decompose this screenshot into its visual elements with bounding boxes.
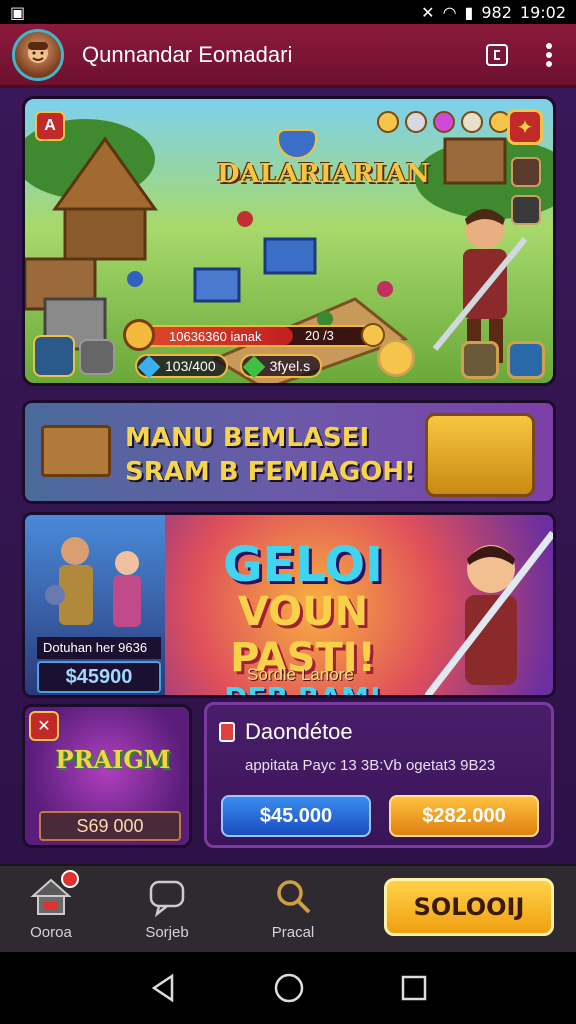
recents-icon[interactable] — [400, 974, 428, 1002]
resource-icons — [377, 111, 511, 133]
chat-icon — [145, 874, 189, 918]
game-hero-banner[interactable]: A DALARIARIAN ✦ 10636360 ianak 20 /3 103… — [22, 96, 556, 386]
favorite-button[interactable]: ✦ — [507, 109, 543, 145]
more-menu-button[interactable] — [534, 40, 564, 70]
crystal-icon — [137, 355, 161, 379]
heroes-offer-price[interactable]: $45900 — [37, 661, 161, 693]
home-circle-icon[interactable] — [273, 972, 305, 1004]
heroes-group-art — [45, 537, 141, 627]
deal-tag-icon — [219, 722, 235, 742]
wallet-button[interactable] — [482, 40, 512, 70]
xp-end-text: 20 /3 — [305, 328, 334, 343]
nav-home-label: Ooroa — [30, 924, 72, 941]
treasure-promo-banner[interactable]: MANU BEMLASEI SRAM B FEMIAGOH! — [22, 400, 556, 504]
deal-header: Daondétoe — [219, 719, 353, 745]
close-badge[interactable]: ✕ — [29, 711, 59, 741]
tools-button[interactable] — [79, 339, 115, 375]
battery-text: 982 — [481, 2, 512, 22]
treasure-promo-line2: SRAM B FEMIAGOH! — [125, 457, 416, 487]
game-offer-price[interactable]: S69 000 — [39, 811, 181, 841]
search-icon — [271, 874, 315, 918]
app-bar: Qunnandar Eomadari — [0, 24, 576, 88]
status-icons: ✕ ◠ ▮ 982 19:02 — [421, 3, 566, 22]
hero-swordsman-art — [425, 530, 553, 695]
gold-coin-button[interactable] — [377, 339, 415, 377]
system-nav-bar — [0, 952, 576, 1024]
nav-chat-label: Sorjeb — [145, 924, 189, 941]
nav-search-label: Pracal — [271, 924, 315, 941]
notification-icon: ▣ — [10, 2, 26, 22]
event-headline-1: GELOI — [223, 537, 383, 593]
resource-pill-crystal: 103/400 — [135, 354, 228, 379]
treasure-chest-icon — [425, 413, 535, 497]
deal-title: Daondétoe — [245, 719, 353, 744]
silver-icon[interactable] — [405, 111, 427, 133]
nav-search[interactable]: Pracal — [248, 874, 338, 950]
event-subtext: Sordie Lanore — [247, 665, 354, 684]
buy-orange-button[interactable]: $282.000 — [389, 795, 539, 837]
deal-card: Daondétoe appitata Payc 13 3B:Vb ogetat3… — [204, 702, 554, 848]
game-offer-card[interactable]: ✕ PRAIGM S69 000 — [22, 704, 192, 848]
game-offer-logo: PRAIGM — [55, 745, 171, 774]
nav-chat[interactable]: Sorjeb — [122, 874, 212, 950]
clock: 19:02 — [519, 2, 566, 22]
buy-blue-button[interactable]: $45.000 — [221, 795, 371, 837]
mute-icon: ✕ — [421, 2, 435, 22]
build-button[interactable] — [33, 335, 75, 377]
map-button[interactable] — [507, 341, 545, 379]
status-bar: ▣ ✕ ◠ ▮ 982 19:02 — [0, 0, 576, 24]
xp-text: 10636360 ianak — [169, 328, 262, 344]
game-logo-text: DALARIARIAN — [217, 159, 430, 189]
bottom-nav: Ooroa Sorjeb Pracal SOLOOIJ — [0, 864, 576, 952]
back-icon[interactable] — [148, 973, 178, 1003]
resource-1-value: 103/400 — [165, 358, 216, 374]
deal-description: appitata Payc 13 3B:Vb ogetat3 9B23 — [245, 757, 496, 774]
resource-pill-emerald: 3fyel.s — [239, 354, 323, 379]
crest-icon — [277, 129, 317, 159]
xp-ring-icon — [123, 319, 155, 351]
wifi-icon: ◠ — [442, 2, 457, 22]
more-vert-icon — [546, 42, 552, 67]
game-logo: DALARIARIAN — [217, 129, 430, 199]
emerald-icon — [242, 355, 265, 379]
event-promo-banner[interactable]: Dotuhan her 9636 $45900 GELOI VOUN PASTI… — [22, 512, 556, 698]
play-cta-button[interactable]: SOLOOIJ — [384, 878, 554, 936]
treasure-promo-line1: MANU BEMLASEI — [125, 423, 370, 453]
signal-icon: ▮ — [464, 2, 474, 22]
gem-icon[interactable] — [433, 111, 455, 133]
wallet-icon — [486, 43, 508, 66]
coin-icon[interactable] — [377, 111, 399, 133]
heroes-offer-card[interactable]: Dotuhan her 9636 $45900 — [25, 515, 165, 695]
xp-coin-icon — [361, 323, 385, 347]
chest-side-button[interactable] — [511, 157, 541, 187]
heroes-offer-label: Dotuhan her 9636 — [37, 637, 161, 659]
nav-home[interactable]: Ooroa — [6, 870, 96, 950]
app-title: Qunnandar Eomadari — [82, 41, 293, 67]
level-badge[interactable]: A — [35, 111, 65, 141]
star-icon: ✦ — [516, 116, 534, 139]
home-icon — [29, 870, 79, 918]
xp-progress-bar: 10636360 ianak — [131, 325, 381, 347]
main-content: A DALARIARIAN ✦ 10636360 ianak 20 /3 103… — [0, 88, 576, 864]
treasure-promo-text: MANU BEMLASEI SRAM B FEMIAGOH! — [125, 421, 425, 489]
shield-button[interactable] — [461, 341, 499, 379]
close-icon: ✕ — [37, 718, 51, 735]
skull-icon[interactable] — [461, 111, 483, 133]
avatar-face-icon — [28, 41, 48, 63]
notification-dot — [61, 870, 79, 888]
crate-icon — [41, 425, 111, 477]
resource-2-value: 3fyel.s — [269, 358, 311, 374]
avatar[interactable] — [12, 28, 64, 81]
